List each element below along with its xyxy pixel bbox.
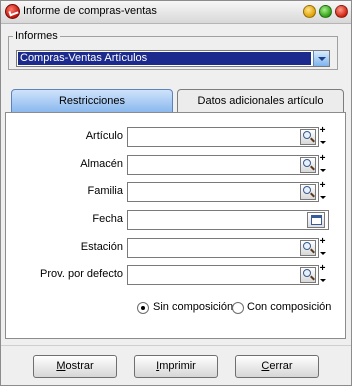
window-title: Informe de compras-ventas: [23, 5, 157, 17]
dialog-window: Informe de compras-ventas Informes Compr…: [0, 0, 352, 386]
plus-icon[interactable]: +: [318, 237, 327, 247]
minimize-button[interactable]: [303, 5, 316, 18]
caret-down-icon[interactable]: [318, 137, 327, 147]
caret-down-icon[interactable]: [318, 165, 327, 175]
imprimir-label-rest: mprimir: [159, 360, 196, 372]
imprimir-button[interactable]: Imprimir: [134, 355, 218, 378]
app-check-icon: [5, 4, 20, 19]
title-bar[interactable]: Informe de compras-ventas: [1, 1, 351, 24]
articulo-label: Artículo: [85, 130, 123, 142]
articulo-input[interactable]: [127, 127, 319, 147]
estacion-input[interactable]: [127, 238, 319, 258]
mostrar-accel: M: [56, 360, 66, 372]
almacen-spinner[interactable]: +: [318, 154, 327, 175]
almacen-label: Almacén: [80, 158, 123, 170]
mostrar-button[interactable]: Mostrar: [33, 355, 117, 378]
fecha-calendar-button[interactable]: [307, 212, 325, 228]
tab-datos-adicionales[interactable]: Datos adicionales artículo: [177, 89, 344, 113]
almacen-lookup-button[interactable]: [300, 157, 316, 173]
sin-composicion-label[interactable]: Sin composición: [153, 301, 233, 313]
calendar-icon: [311, 215, 322, 225]
prov-defecto-label: Prov. por defecto: [40, 268, 123, 280]
sin-composicion-radio[interactable]: [137, 302, 149, 314]
close-window-button[interactable]: [335, 5, 348, 18]
fecha-label: Fecha: [92, 213, 123, 225]
dropdown-button[interactable]: [313, 51, 329, 66]
estacion-lookup-button[interactable]: [300, 240, 316, 256]
prov-defecto-lookup-button[interactable]: [300, 267, 316, 283]
informes-select[interactable]: Compras-Ventas Artículos: [16, 50, 330, 67]
plus-icon[interactable]: +: [318, 154, 327, 164]
tab-restricciones[interactable]: Restricciones: [11, 89, 173, 113]
chevron-down-icon: [317, 56, 326, 61]
con-composicion-radio[interactable]: [232, 302, 244, 314]
articulo-spinner[interactable]: +: [318, 126, 327, 147]
fecha-input[interactable]: [127, 210, 329, 230]
estacion-label: Estación: [80, 241, 123, 253]
mostrar-label-rest: ostrar: [65, 360, 94, 372]
informes-group: Informes Compras-Ventas Artículos: [8, 30, 338, 70]
plus-icon[interactable]: +: [318, 264, 327, 274]
caret-down-icon[interactable]: [318, 248, 327, 258]
con-composicion-label[interactable]: Con composición: [247, 301, 331, 313]
almacen-input[interactable]: [127, 155, 319, 175]
estacion-spinner[interactable]: +: [318, 237, 327, 258]
prov-defecto-input[interactable]: [127, 265, 319, 285]
informes-selected-value: Compras-Ventas Artículos: [18, 52, 311, 65]
articulo-lookup-button[interactable]: [300, 129, 316, 145]
familia-input[interactable]: [127, 182, 319, 202]
familia-lookup-button[interactable]: [300, 184, 316, 200]
familia-spinner[interactable]: +: [318, 181, 327, 202]
plus-icon[interactable]: +: [318, 181, 327, 191]
informes-legend: Informes: [15, 30, 58, 42]
prov-defecto-spinner[interactable]: +: [318, 264, 327, 285]
plus-icon[interactable]: +: [318, 126, 327, 136]
familia-label: Familia: [87, 185, 123, 197]
caret-down-icon[interactable]: [318, 275, 327, 285]
caret-down-icon[interactable]: [318, 192, 327, 202]
cerrar-label-rest: errar: [269, 360, 293, 372]
maximize-button[interactable]: [319, 5, 332, 18]
footer-divider: [1, 345, 351, 346]
cerrar-button[interactable]: Cerrar: [235, 355, 319, 378]
